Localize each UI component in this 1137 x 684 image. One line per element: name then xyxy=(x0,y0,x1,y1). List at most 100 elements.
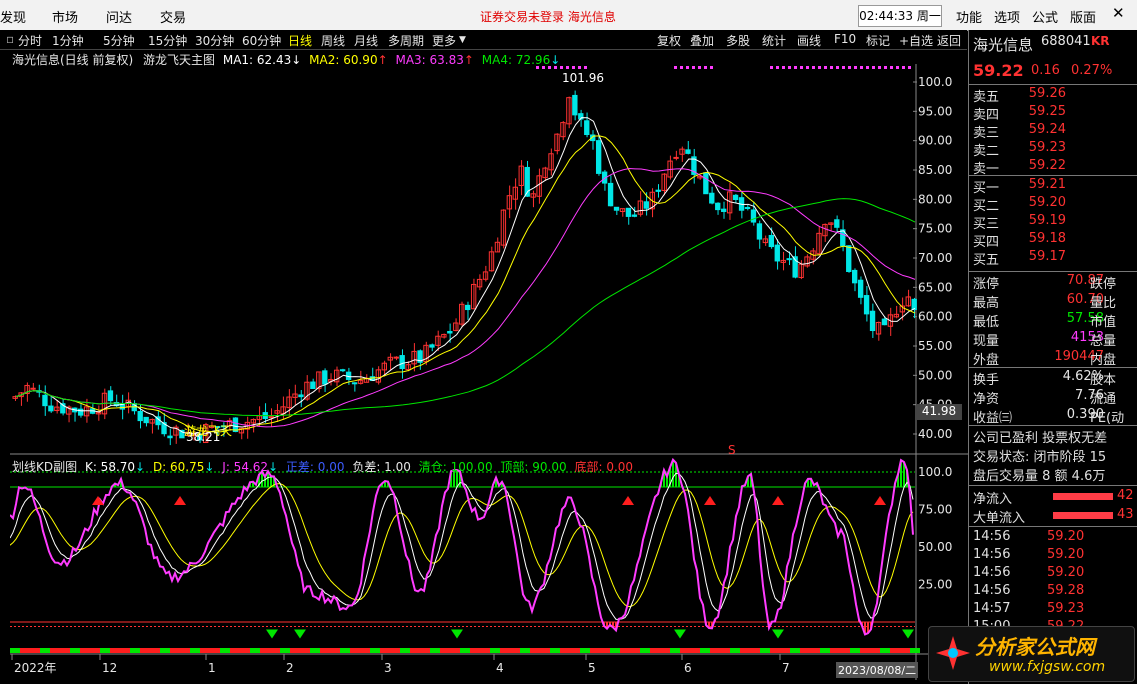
trend-strip xyxy=(220,648,230,653)
chevron-down-icon[interactable]: ▼ xyxy=(459,35,466,45)
sub-indicator-name[interactable]: 划线KD副图 xyxy=(12,460,77,474)
bid-row-value: 59.17 xyxy=(1028,249,1066,264)
candle-body xyxy=(846,245,852,273)
signal-dot xyxy=(890,66,893,69)
candle-body xyxy=(732,194,739,201)
signal-dot xyxy=(872,66,875,69)
menu-item-layout[interactable]: 版面 xyxy=(1070,7,1096,26)
buy-triangle-icon xyxy=(674,629,686,639)
tool-f10[interactable]: F10 xyxy=(834,32,856,46)
trend-strip xyxy=(230,648,240,653)
candle-body xyxy=(399,355,405,370)
info-line-2: 交易状态: 闭市阶段 15 xyxy=(973,450,1107,465)
tab-period-2[interactable]: 5分钟 xyxy=(103,32,135,49)
kd-tick-label: 50.00 xyxy=(918,540,952,554)
tab-period-day[interactable]: 日线 xyxy=(288,32,312,49)
menu-item-discover[interactable]: 发现 xyxy=(0,7,26,26)
logo-text: 分析家公式网 xyxy=(975,635,1095,659)
tab-period-month[interactable]: 月线 xyxy=(354,32,378,49)
bid-row: 买三 59.19 xyxy=(969,213,1137,232)
menu-item-trade[interactable]: 交易 xyxy=(160,7,186,26)
menu-item-options[interactable]: 选项 xyxy=(994,7,1020,26)
sub-bottom-label: 底部: 0.00 xyxy=(574,460,634,474)
trend-strip xyxy=(30,648,40,653)
tick-row: 14:56 59.20 xyxy=(969,565,1137,584)
trend-strip xyxy=(740,648,750,653)
candle-body xyxy=(595,140,602,174)
signal-dot xyxy=(794,66,797,69)
signal-dot xyxy=(788,66,791,69)
trend-strip xyxy=(690,648,700,653)
tab-period-week[interactable]: 周线 xyxy=(321,32,345,49)
trend-strip xyxy=(360,648,370,653)
tool-adjust[interactable]: 复权 xyxy=(657,32,681,49)
stat-row-label: 外盘 xyxy=(973,353,1000,368)
bid-row: 买五 59.17 xyxy=(969,249,1137,268)
main-indicator-name[interactable]: 游龙飞天主图 xyxy=(143,53,215,67)
kd-k-line xyxy=(10,472,914,620)
signal-dot xyxy=(806,66,809,69)
tab-period-1[interactable]: 1分钟 xyxy=(52,32,84,49)
trend-strip xyxy=(200,648,210,653)
bid-row-value: 59.21 xyxy=(1028,177,1066,192)
signal-dot xyxy=(674,66,677,69)
stat-row-label: 现量 xyxy=(973,334,1000,349)
menu-item-function[interactable]: 功能 xyxy=(956,7,982,26)
flow-row: 净流入 42 xyxy=(969,488,1137,507)
login-notice[interactable]: 证券交易未登录 海光信息 xyxy=(480,8,616,25)
price-tick-label: 100.0 xyxy=(918,75,952,89)
tool-add-watch[interactable]: +自选 xyxy=(899,32,933,49)
tab-period-0[interactable]: 分时 xyxy=(18,32,42,49)
candle-body xyxy=(631,214,638,217)
ask-row-value: 59.22 xyxy=(1028,158,1066,173)
stat-row-label2: 内盘 xyxy=(1090,353,1117,368)
bid-row-label: 买三 xyxy=(973,217,1000,232)
trend-strip xyxy=(720,648,730,653)
flow-value: 43 xyxy=(1117,507,1134,522)
stat-row-label2: 跌停 xyxy=(1090,277,1117,292)
tick-row: 14:56 59.28 xyxy=(969,583,1137,602)
ask-row-value: 59.26 xyxy=(1028,86,1066,101)
trend-strip xyxy=(310,648,320,653)
x-tick-label: 6 xyxy=(684,661,692,675)
kline-chart[interactable]: 100.0 95.00 90.00 85.00 80.00 75.00 70.00 65.00… xyxy=(10,50,968,680)
candle-body xyxy=(703,172,709,195)
stat-row: 现量 4153 总量 xyxy=(969,330,1137,349)
stat-row: 外盘 190447 内盘 xyxy=(969,349,1137,368)
trend-strip xyxy=(240,648,250,653)
expand-icon[interactable]: ▫ xyxy=(6,32,14,46)
menu-item-market[interactable]: 市场 xyxy=(52,7,78,26)
signal-dot xyxy=(578,66,581,69)
trend-strip xyxy=(320,648,330,653)
down-arrow-icon: ↓ xyxy=(268,460,279,474)
tab-period-more[interactable]: 更多 xyxy=(432,32,456,49)
tool-back[interactable]: 返回 xyxy=(937,32,961,49)
menu-item-wenda[interactable]: 问达 xyxy=(106,7,132,26)
tool-multi-stock[interactable]: 多股 xyxy=(726,32,750,49)
tool-overlay[interactable]: 叠加 xyxy=(690,32,714,49)
chart-area[interactable]: 100.0 95.00 90.00 85.00 80.00 75.00 70.00 65.00… xyxy=(10,50,968,680)
sell-triangle-icon xyxy=(874,496,886,505)
bid-row-value: 59.18 xyxy=(1028,231,1066,246)
bid-row-label: 买五 xyxy=(973,253,1000,268)
ask-row-label: 卖五 xyxy=(973,90,1000,105)
trend-strip xyxy=(820,648,830,653)
sub-negdiff-label: 负差: 1.00 xyxy=(352,460,411,474)
tab-period-multi[interactable]: 多周期 xyxy=(388,32,424,49)
close-icon[interactable]: ✕ xyxy=(1112,4,1125,22)
candle-body xyxy=(339,369,346,372)
tab-period-5[interactable]: 60分钟 xyxy=(242,32,281,49)
signal-dot xyxy=(710,66,713,69)
tab-period-3[interactable]: 15分钟 xyxy=(148,32,187,49)
candle-body xyxy=(774,244,780,262)
tool-stats[interactable]: 统计 xyxy=(762,32,786,49)
tab-period-4[interactable]: 30分钟 xyxy=(195,32,234,49)
trend-strip xyxy=(150,648,160,653)
menu-item-formula[interactable]: 公式 xyxy=(1032,7,1058,26)
trend-strip xyxy=(780,648,790,653)
tick-price: 59.23 xyxy=(1047,601,1085,616)
trend-strip xyxy=(510,648,520,653)
tool-mark[interactable]: 标记 xyxy=(866,32,890,49)
tool-draw[interactable]: 画线 xyxy=(797,32,821,49)
trend-strip xyxy=(400,648,410,653)
